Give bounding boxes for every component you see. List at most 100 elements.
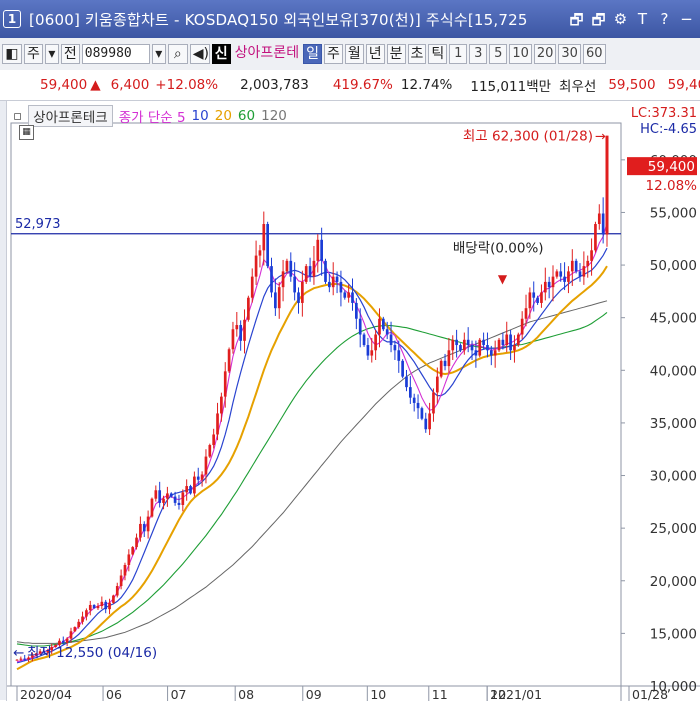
interval-20[interactable]: 20 <box>533 44 557 64</box>
candle-body <box>243 319 246 341</box>
legend-stock-name[interactable]: 상아프론테크 <box>28 105 113 127</box>
candle-body <box>582 266 586 277</box>
candle-body <box>578 271 582 277</box>
interval-30[interactable]: 30 <box>558 44 581 64</box>
best-bid: 59,40 <box>667 77 700 93</box>
toolbar-item-all[interactable]: 전 <box>60 44 80 64</box>
max-arrow-icon: → <box>595 130 606 145</box>
y-tick-label: 15,000 <box>650 626 697 642</box>
candle-body <box>208 445 212 457</box>
candle-body <box>590 250 593 261</box>
candle-body <box>358 318 362 335</box>
candle-body <box>416 402 420 409</box>
speaker-icon[interactable]: ◀) <box>189 44 210 64</box>
candle-body <box>293 276 296 293</box>
new-button[interactable]: 신 <box>211 44 231 64</box>
toolbar-item-week[interactable]: 주 <box>24 44 43 64</box>
layout-icon[interactable]: ◧ <box>2 44 22 64</box>
candle-body <box>355 302 358 319</box>
restore-icon[interactable]: 🗗 <box>569 10 584 35</box>
candle-body <box>366 345 370 356</box>
candle-body <box>193 476 196 494</box>
legend-ma60: 60 <box>237 108 256 124</box>
volume: 2,003,783 <box>240 77 309 93</box>
candle-body <box>405 376 408 388</box>
candle-body <box>316 239 320 261</box>
interval-10[interactable]: 10 <box>509 44 532 64</box>
candle-body <box>570 260 574 272</box>
settings-icon[interactable]: ⚙ <box>613 10 628 35</box>
up-triangle-icon: ▲ <box>90 77 101 93</box>
lc-label: LC:373.31 <box>631 106 697 121</box>
candle-body <box>131 547 135 555</box>
candle-body <box>270 266 273 293</box>
candle-body <box>104 601 108 610</box>
candle-body <box>108 602 111 610</box>
legend-ma10: 10 <box>191 108 209 124</box>
y-tick-label: 20,000 <box>650 574 697 590</box>
period-week[interactable]: 주 <box>323 44 343 64</box>
toolbar: ◧ 주 ▾ 전 089980 ▾ ⌕ ◀) 신 상아프론테 일 주 월 년 분 … <box>0 38 700 71</box>
quote-bar: 59,400 ▲ 6,400 +12.08% 2,003,783 419.67%… <box>0 70 700 101</box>
candle-body <box>543 281 547 293</box>
candle-body <box>559 271 563 277</box>
period-minute[interactable]: 분 <box>386 44 406 64</box>
text-icon[interactable]: T <box>635 10 650 35</box>
grid-toggle-icon[interactable]: ▦ <box>19 125 34 140</box>
candle-body <box>412 397 416 403</box>
dropdown-arrow-icon[interactable]: ▾ <box>44 44 59 64</box>
candle-body <box>304 266 308 282</box>
candle-body <box>435 376 439 393</box>
candle-body <box>85 610 88 617</box>
candle-body <box>235 325 239 330</box>
candle-body <box>166 493 169 499</box>
candle-body <box>428 413 431 430</box>
candle-body <box>385 329 389 335</box>
y-tick-label: 30,000 <box>650 469 697 485</box>
search-icon[interactable]: ⌕ <box>167 44 188 64</box>
candle-body <box>100 601 104 607</box>
candle-body <box>123 564 127 576</box>
min-arrow-icon: ← <box>13 645 24 661</box>
candle-body <box>77 621 81 628</box>
candle-body <box>220 396 223 414</box>
period-tick[interactable]: 틱 <box>428 44 448 64</box>
period-day[interactable]: 일 <box>303 44 322 64</box>
code-dropdown-icon[interactable]: ▾ <box>151 44 166 64</box>
x-tick-label: 09 <box>306 687 322 701</box>
candle-body <box>482 339 485 346</box>
period-year[interactable]: 년 <box>365 44 385 64</box>
title-bar: 1 [0600] 키움종합차트 - KOSDAQ150 외국인보유[370(천)… <box>0 0 700 38</box>
price-chart[interactable]: 10,00015,00020,00025,00030,00035,00040,0… <box>7 101 700 701</box>
stock-code-input[interactable]: 089980 <box>81 44 150 64</box>
candle-body <box>216 413 219 435</box>
duplicate-icon[interactable]: 🗗 <box>591 10 606 35</box>
candle-body <box>266 224 269 267</box>
candle-body <box>231 329 235 350</box>
candle-body <box>540 292 543 303</box>
interval-1[interactable]: 1 <box>449 44 468 64</box>
minimize-icon[interactable]: − <box>679 10 694 35</box>
candle-body <box>289 260 293 277</box>
interval-60[interactable]: 60 <box>582 44 606 64</box>
app-window: 1 [0600] 키움종합차트 - KOSDAQ150 외국인보유[370(천)… <box>0 0 700 701</box>
candle-body <box>158 490 162 503</box>
interval-5[interactable]: 5 <box>489 44 508 64</box>
period-second[interactable]: 초 <box>407 44 427 64</box>
candle-body <box>397 350 401 361</box>
candle-body <box>320 239 323 261</box>
candle-body <box>247 297 250 320</box>
candle-body <box>196 476 200 480</box>
help-icon[interactable]: ? <box>657 10 672 35</box>
candle-body <box>239 325 243 341</box>
candle-body <box>567 271 570 282</box>
period-month[interactable]: 월 <box>344 44 364 64</box>
volume-ratio: 419.67% <box>332 77 393 93</box>
candle-body <box>154 490 158 499</box>
chart-panel[interactable]: 10,000 15,000 20,000 25,000 30,000 35,000 40,0… <box>6 100 700 701</box>
candle-body <box>378 318 381 335</box>
candle-body <box>505 334 509 346</box>
interval-3[interactable]: 3 <box>469 44 488 64</box>
candle-body <box>420 408 424 419</box>
window-index-badge: 1 <box>3 10 21 28</box>
